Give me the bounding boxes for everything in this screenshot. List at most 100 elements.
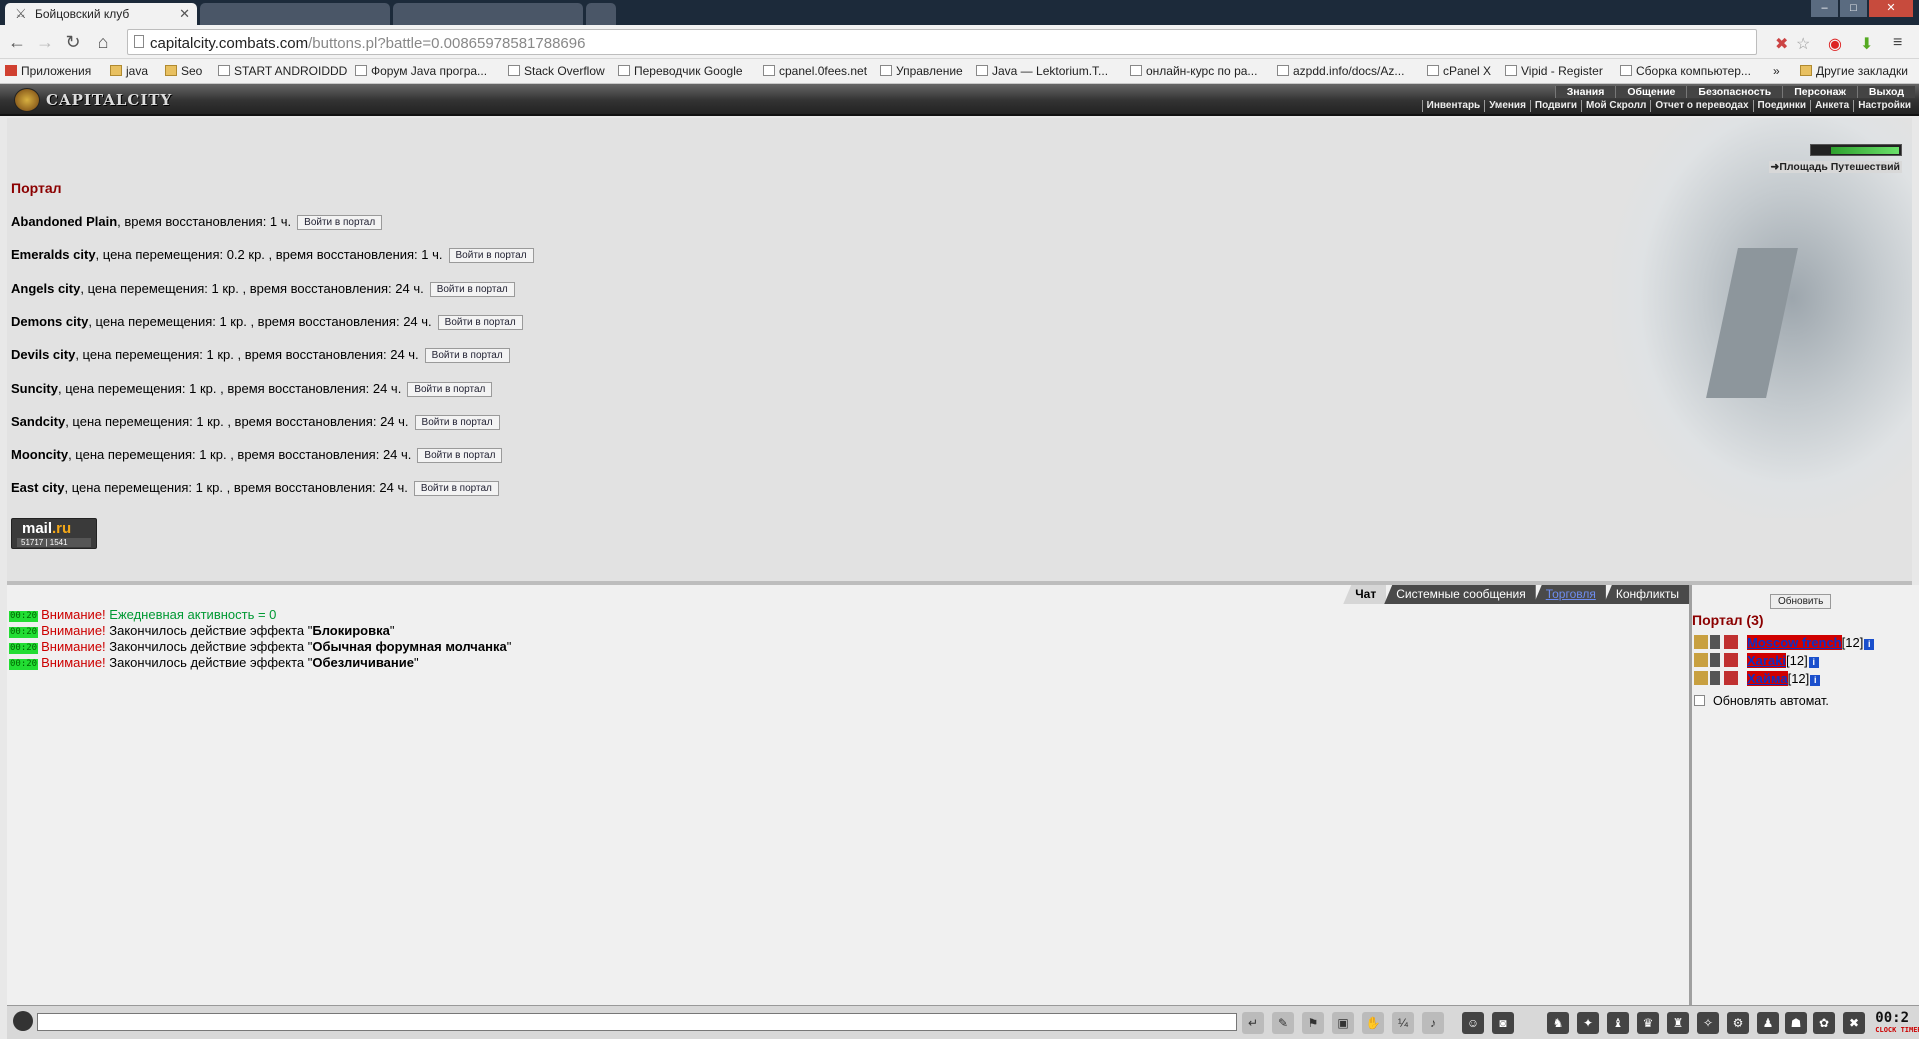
forward-icon[interactable]: →	[34, 31, 56, 53]
tab-close-icon[interactable]: ✕	[179, 6, 190, 22]
toolbar-tool-icon[interactable]: ¼	[1392, 1012, 1414, 1034]
toolbar-tool-icon[interactable]: ▣	[1332, 1012, 1354, 1034]
toolbar-tool-icon[interactable]: ✿	[1813, 1012, 1835, 1034]
enter-portal-button[interactable]: Войти в портал	[297, 215, 383, 230]
enter-portal-button[interactable]: Войти в портал	[407, 381, 493, 397]
toolbar-tool-icon[interactable]: ✧	[1697, 1012, 1719, 1034]
home-icon[interactable]: ⌂	[92, 31, 114, 53]
menu-item[interactable]: Общение	[1615, 86, 1687, 98]
toolbar-tool-icon[interactable]: ✎	[1272, 1012, 1294, 1034]
toolbar-tool-icon[interactable]: ♜	[1667, 1012, 1689, 1034]
enter-portal-button[interactable]: Войти в портал	[413, 481, 499, 497]
bookmark-item[interactable]: java	[110, 64, 148, 78]
bookmark-item[interactable]: Java — Lektorium.T...	[976, 64, 1108, 78]
browser-tab-active[interactable]: ⚔ Бойцовский клуб ✕	[5, 3, 197, 25]
bookmark-item[interactable]: Seo	[165, 64, 202, 78]
travel-square-link[interactable]: ➜Площадь Путешествий	[1768, 161, 1902, 173]
enter-portal-button[interactable]: Войти в портал	[437, 314, 523, 330]
menu-item[interactable]: Персонаж	[1782, 86, 1857, 98]
bookmark-item[interactable]: azpdd.info/docs/Az...	[1277, 64, 1404, 78]
chat-tab[interactable]: Конфликты	[1603, 585, 1689, 604]
bookmark-item[interactable]: Переводчик Google	[618, 64, 743, 78]
enter-portal-button[interactable]: Войти в портал	[414, 414, 500, 430]
submenu-item[interactable]: Отчет о переводах	[1650, 100, 1752, 112]
timestamp[interactable]: 00:20	[9, 611, 39, 622]
download-icon[interactable]: ⬇	[1860, 34, 1873, 54]
back-icon[interactable]: ←	[6, 31, 28, 53]
timestamp[interactable]: 00:20	[9, 627, 39, 638]
chat-tab[interactable]: Системные сообщения	[1384, 585, 1536, 604]
submenu-item[interactable]: Инвентарь	[1421, 100, 1485, 112]
submenu-item[interactable]: Поединки	[1752, 100, 1811, 112]
user-name[interactable]: Xaraki	[1747, 653, 1787, 668]
refresh-button[interactable]: Обновить	[1770, 594, 1832, 609]
bookmark-item[interactable]: Форум Java програ...	[355, 64, 487, 78]
bookmark-item[interactable]: онлайн-курс по ра...	[1130, 64, 1257, 78]
submenu-item[interactable]: Анкета	[1810, 100, 1853, 112]
user-name[interactable]: Moscow french	[1747, 635, 1842, 650]
bookmark-item[interactable]: Приложения	[5, 64, 91, 78]
extension-icon[interactable]: ✖	[1775, 34, 1788, 54]
toolbar-tool-icon[interactable]: ✖	[1843, 1012, 1865, 1034]
browser-tab-inactive[interactable]	[200, 3, 390, 25]
bookmark-item[interactable]: cPanel X	[1427, 64, 1491, 78]
auto-refresh-checkbox[interactable]	[1694, 695, 1705, 706]
site-logo[interactable]: CAPITALCITY	[14, 87, 172, 113]
bookmark-item[interactable]: Сборка компьютер...	[1620, 64, 1751, 78]
toolbar-tool-icon[interactable]: ♟	[1757, 1012, 1779, 1034]
enter-portal-button[interactable]: Войти в портал	[424, 348, 510, 364]
enter-portal-button[interactable]: Войти в портал	[417, 448, 503, 464]
toolbar-tool-icon[interactable]: ◙	[1492, 1012, 1514, 1034]
user-badges-icon[interactable]	[1694, 635, 1747, 649]
bookmark-item[interactable]: START ANDROIDDD	[218, 64, 347, 78]
bookmark-star-icon[interactable]: ☆	[1796, 34, 1810, 54]
menu-item[interactable]: Знания	[1554, 86, 1616, 98]
close-window-button[interactable]: ✕	[1869, 0, 1913, 17]
address-bar[interactable]: capitalcity.combats.com/buttons.pl?battl…	[127, 29, 1757, 55]
mailru-counter[interactable]: mail.ru 51717 | 1541	[11, 518, 97, 549]
new-tab-button[interactable]	[586, 3, 616, 25]
submenu-item[interactable]: Настройки	[1853, 100, 1915, 112]
toolbar-tool-icon[interactable]: ⚑	[1302, 1012, 1324, 1034]
toolbar-tool-icon[interactable]: ☗	[1785, 1012, 1807, 1034]
submenu-item[interactable]: Умения	[1484, 100, 1530, 112]
toolbar-tool-icon[interactable]: ♞	[1547, 1012, 1569, 1034]
reload-icon[interactable]: ↻	[62, 31, 84, 53]
toolbar-tool-icon[interactable]: ♛	[1637, 1012, 1659, 1034]
chat-input[interactable]	[37, 1013, 1237, 1031]
chat-tab[interactable]: Чат	[1343, 585, 1387, 604]
browser-tab-inactive[interactable]	[393, 3, 583, 25]
toolbar-tool-icon[interactable]: ♪	[1422, 1012, 1444, 1034]
timestamp[interactable]: 00:20	[9, 659, 39, 670]
bookmark-item[interactable]: Vipid - Register	[1505, 64, 1603, 78]
submenu-item[interactable]: Мой Скролл	[1581, 100, 1650, 112]
menu-item[interactable]: Безопасность	[1686, 86, 1783, 98]
menu-item[interactable]: Выход	[1856, 86, 1915, 98]
minimize-button[interactable]: –	[1811, 0, 1838, 17]
user-info-icon[interactable]: i	[1810, 675, 1821, 686]
auto-refresh-option[interactable]: Обновлять автомат.	[1694, 694, 1829, 708]
toolbar-tool-icon[interactable]: ⚙	[1727, 1012, 1749, 1034]
toolbar-tool-icon[interactable]: ♝	[1607, 1012, 1629, 1034]
submenu-item[interactable]: Подвиги	[1529, 100, 1581, 112]
enter-portal-button[interactable]: Войти в портал	[429, 281, 515, 297]
bookmark-item[interactable]: »	[1773, 64, 1780, 78]
bookmark-item[interactable]: Stack Overflow	[508, 64, 605, 78]
maximize-button[interactable]: □	[1840, 0, 1867, 17]
user-name[interactable]: Хайма	[1747, 671, 1788, 686]
bookmark-item[interactable]: Другие закладки	[1800, 64, 1908, 78]
menu-icon[interactable]: ≡	[1893, 34, 1902, 52]
toolbar-tool-icon[interactable]: ☺	[1462, 1012, 1484, 1034]
opera-extension-icon[interactable]: ◉	[1828, 34, 1842, 54]
toolbar-tool-icon[interactable]: ✋	[1362, 1012, 1384, 1034]
user-info-icon[interactable]: i	[1808, 657, 1819, 668]
chat-mode-icon[interactable]	[13, 1011, 33, 1031]
chat-tab[interactable]: Торговля	[1533, 585, 1606, 604]
user-badges-icon[interactable]	[1694, 671, 1747, 685]
user-info-icon[interactable]: i	[1864, 639, 1875, 650]
user-badges-icon[interactable]	[1694, 653, 1747, 667]
bookmark-item[interactable]: cpanel.0fees.net	[763, 64, 867, 78]
toolbar-tool-icon[interactable]: ✦	[1577, 1012, 1599, 1034]
timestamp[interactable]: 00:20	[9, 643, 39, 654]
bookmark-item[interactable]: Управление	[880, 64, 963, 78]
